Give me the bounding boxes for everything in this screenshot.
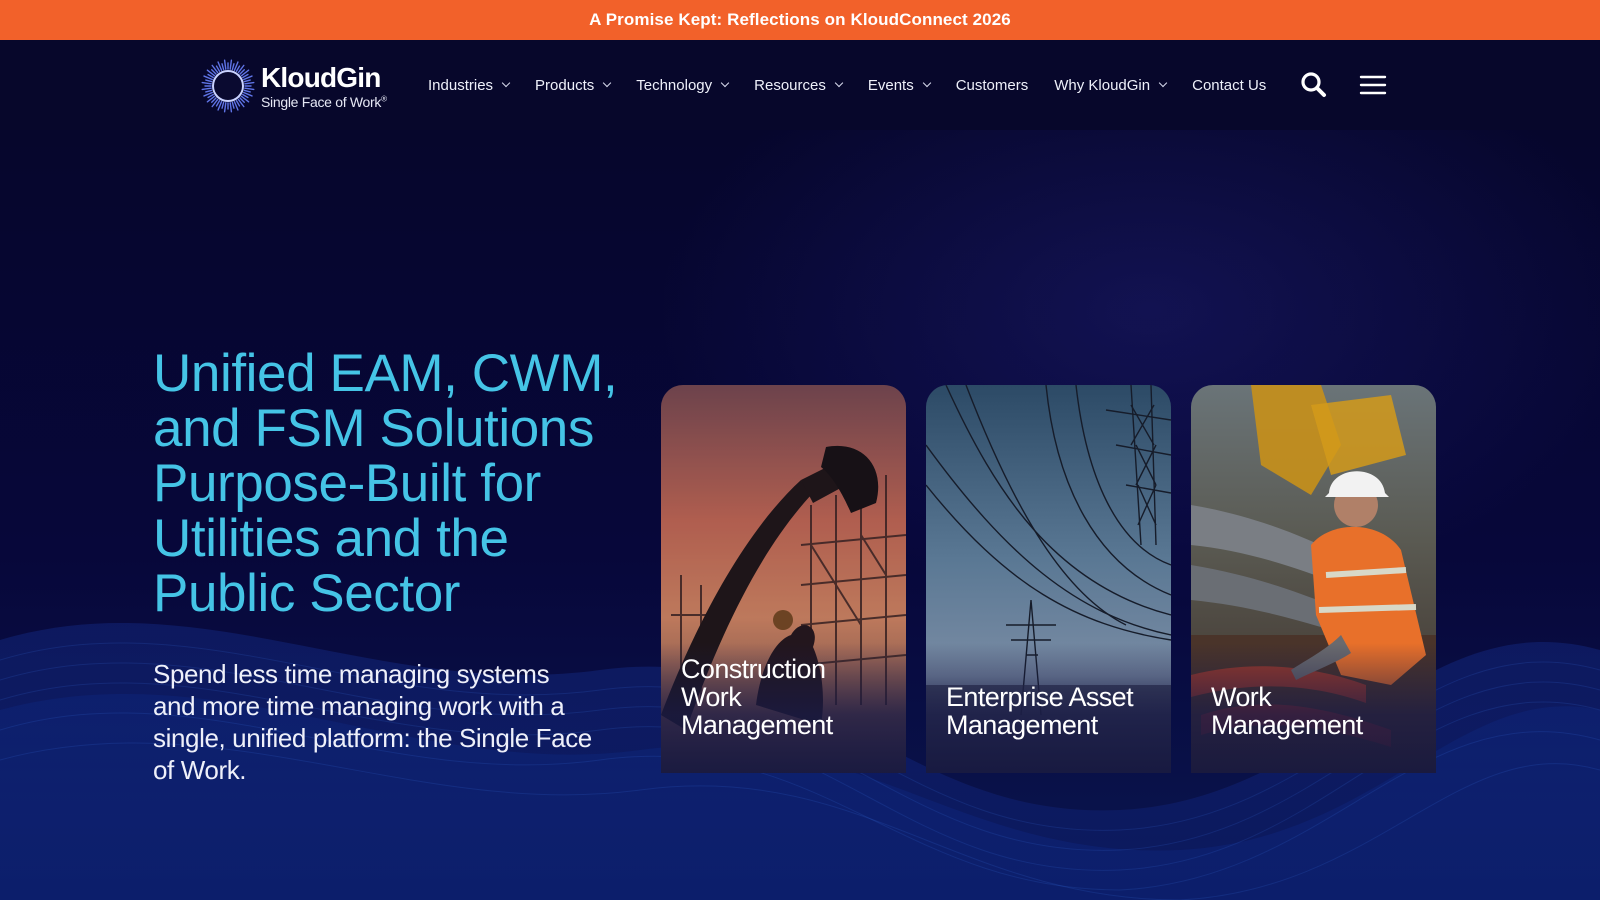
chevron-down-icon — [1158, 78, 1168, 88]
card-construction-work-management[interactable]: Construction Work Management — [661, 385, 906, 773]
card-label: Construction Work Management — [681, 654, 833, 740]
sunburst-logo-icon — [201, 59, 255, 113]
chevron-down-icon — [834, 78, 844, 88]
hero-title: Unified EAM, CWM, and FSM Solutions Purp… — [153, 344, 618, 623]
main-nav: Industries Products Technology Resources… — [428, 40, 1292, 130]
nav-item-products[interactable]: Products — [535, 77, 612, 94]
nav-item-industries[interactable]: Industries — [428, 77, 511, 94]
card-label: Work Management — [1211, 682, 1363, 740]
nav-item-contact-us[interactable]: Contact Us — [1192, 77, 1266, 94]
hamburger-menu-icon — [1359, 75, 1387, 95]
card-label: Enterprise Asset Management — [946, 682, 1134, 740]
chevron-down-icon — [720, 78, 730, 88]
announcement-link[interactable]: A Promise Kept: Reflections on KloudConn… — [589, 10, 1011, 30]
nav-item-technology[interactable]: Technology — [636, 77, 730, 94]
site-header: KloudGin Single Face of Work® Industries… — [0, 40, 1600, 130]
brand-logo[interactable]: KloudGin Single Face of Work® — [199, 56, 389, 116]
card-work-management[interactable]: Work Management — [1191, 385, 1436, 773]
hero-subtitle: Spend less time managing systems and mor… — [153, 659, 592, 785]
chevron-down-icon — [922, 78, 931, 88]
nav-item-resources[interactable]: Resources — [754, 77, 844, 94]
nav-item-customers[interactable]: Customers — [956, 77, 1029, 94]
search-icon — [1301, 72, 1326, 97]
nav-item-events[interactable]: Events — [868, 77, 931, 94]
chevron-down-icon — [603, 78, 612, 88]
announcement-bar: A Promise Kept: Reflections on KloudConn… — [0, 0, 1600, 40]
search-button[interactable] — [1299, 70, 1329, 100]
chevron-down-icon — [501, 78, 511, 88]
menu-button[interactable] — [1358, 70, 1388, 100]
nav-item-why-kloudgin[interactable]: Why KloudGin — [1054, 77, 1168, 94]
brand-tagline: Single Face of Work® — [261, 93, 387, 110]
brand-name: KloudGin — [261, 61, 381, 93]
card-enterprise-asset-management[interactable]: Enterprise Asset Management — [926, 385, 1171, 773]
